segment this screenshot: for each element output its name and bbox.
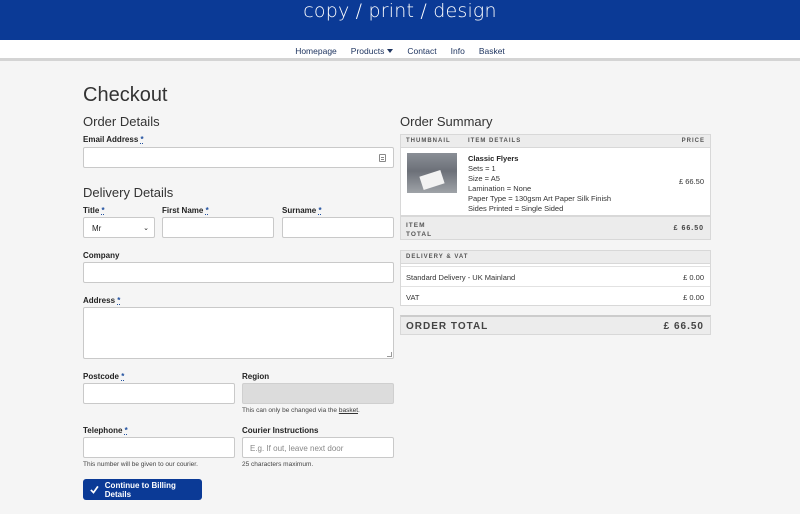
- basket-link[interactable]: basket: [339, 407, 358, 414]
- brand-logo[interactable]: copy / print / design: [0, 0, 800, 22]
- check-icon: [90, 485, 99, 494]
- chevron-down-icon: ⌄: [143, 225, 149, 232]
- items-table-header: THUMBNAIL ITEM DETAILS PRICE: [401, 135, 710, 148]
- company-label: Company: [83, 251, 120, 260]
- delivery-value: £ 0.00: [683, 273, 704, 282]
- courier-placeholder: E.g. If out, leave next door: [250, 444, 344, 453]
- continue-button-label: Continue to Billing Details: [104, 480, 176, 499]
- col-item-details: ITEM DETAILS: [468, 138, 522, 144]
- title-label: Title *: [83, 206, 105, 215]
- nav-products-label: Products: [350, 45, 385, 56]
- continue-to-billing-button[interactable]: Continue to Billing Details: [83, 479, 202, 500]
- order-total-label: ORDER TOTAL: [406, 321, 489, 332]
- surname-label: Surname *: [282, 206, 322, 215]
- email-field[interactable]: [83, 147, 394, 168]
- courier-label: Courier Instructions: [242, 426, 319, 435]
- telephone-label: Telephone *: [83, 426, 128, 435]
- vat-label: VAT: [406, 293, 420, 302]
- order-summary-items: THUMBNAIL ITEM DETAILS PRICE Classic Fly…: [400, 134, 711, 216]
- product-name: Classic Flyers: [468, 154, 519, 163]
- product-price: £ 66.50: [678, 177, 704, 186]
- first-name-label: First Name *: [162, 206, 209, 215]
- nav-contact[interactable]: Contact: [407, 46, 436, 56]
- delivery-row: Standard Delivery - UK Mainland £ 0.00: [401, 266, 710, 286]
- region-help: This can only be changed via the basket.: [242, 407, 360, 414]
- page-title: Checkout: [83, 84, 168, 106]
- delivery-details-heading: Delivery Details: [83, 185, 174, 200]
- product-detail: Sides Printed = Single Sided: [468, 204, 564, 213]
- delivery-vat-header: DELIVERY & VAT: [401, 251, 710, 264]
- company-field[interactable]: [83, 262, 394, 283]
- vat-row: VAT £ 0.00: [401, 286, 710, 306]
- postcode-field[interactable]: [83, 383, 235, 404]
- nav-basket[interactable]: Basket: [479, 46, 505, 56]
- top-banner: copy / print / design: [0, 0, 800, 40]
- first-name-field[interactable]: [162, 217, 274, 238]
- postcode-label: Postcode *: [83, 372, 125, 381]
- col-price: PRICE: [681, 138, 705, 144]
- item-total-value: £ 66.50: [673, 225, 704, 232]
- product-thumbnail: [407, 153, 457, 193]
- product-detail: Size = A5: [468, 174, 500, 183]
- order-total-value: £ 66.50: [663, 321, 704, 332]
- courier-instructions-field[interactable]: E.g. If out, leave next door: [242, 437, 394, 458]
- title-select[interactable]: Mr ⌄: [83, 217, 155, 238]
- contact-card-icon: [379, 154, 386, 162]
- delivery-vat-panel: DELIVERY & VAT Standard Delivery - UK Ma…: [400, 250, 711, 306]
- main-nav: Homepage Products Contact Info Basket: [0, 40, 800, 61]
- item-total-row: ITEM TOTAL £ 66.50: [400, 216, 711, 240]
- nav-products[interactable]: Products: [351, 46, 394, 56]
- nav-info[interactable]: Info: [451, 46, 465, 56]
- email-label: Email Address *: [83, 135, 144, 144]
- nav-homepage[interactable]: Homepage: [295, 46, 337, 56]
- required-mark: *: [140, 135, 144, 144]
- product-detail: Paper Type = 130gsm Art Paper Silk Finis…: [468, 194, 612, 203]
- delivery-label: Standard Delivery - UK Mainland: [406, 273, 516, 282]
- order-summary-heading: Order Summary: [400, 114, 493, 129]
- vat-value: £ 0.00: [683, 293, 704, 302]
- address-textarea[interactable]: [83, 307, 394, 359]
- address-label: Address *: [83, 296, 121, 305]
- courier-help: 25 characters maximum.: [242, 461, 314, 468]
- delivery-vat-heading: DELIVERY & VAT: [406, 254, 469, 260]
- product-detail: Lamination = None: [468, 184, 532, 193]
- region-label: Region: [242, 372, 270, 381]
- product-detail: Sets = 1: [468, 164, 496, 173]
- col-thumbnail: THUMBNAIL: [406, 138, 451, 144]
- resize-handle-icon[interactable]: [387, 352, 392, 357]
- item-total-label: ITEM TOTAL: [406, 222, 433, 238]
- order-total-row: ORDER TOTAL £ 66.50: [400, 315, 711, 335]
- telephone-help: This number will be given to our courier…: [83, 461, 198, 468]
- title-select-value: Mr: [92, 224, 102, 233]
- region-field: [242, 383, 394, 404]
- order-details-heading: Order Details: [83, 114, 160, 129]
- surname-field[interactable]: [282, 217, 394, 238]
- telephone-field[interactable]: [83, 437, 235, 458]
- caret-down-icon: [387, 48, 394, 53]
